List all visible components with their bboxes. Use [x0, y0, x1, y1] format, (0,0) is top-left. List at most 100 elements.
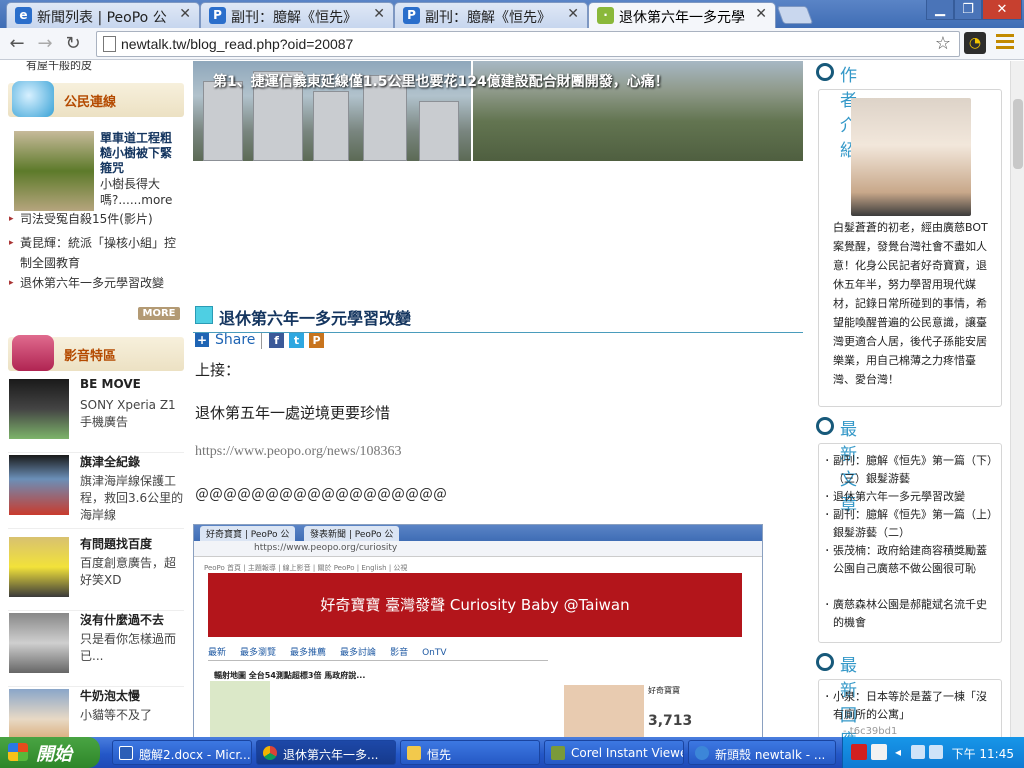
post-title: 退休第六年一多元學習改變: [219, 309, 412, 328]
latest-article-link[interactable]: 副刊：臆解《恒先》第一篇（下）（三）銀髮游藝: [825, 452, 993, 488]
post-paragraph: 上接：: [195, 361, 241, 379]
left-link[interactable]: 司法受冤自殺15件(影片): [9, 209, 184, 229]
facebook-icon[interactable]: f: [269, 333, 284, 348]
scrollbar-thumb[interactable]: [1013, 99, 1023, 169]
civic-section-header: 公民連線: [8, 81, 184, 117]
menu-icon[interactable]: [996, 34, 1014, 52]
post-title-bar: 退休第六年一多元學習改變: [193, 303, 803, 333]
screenshot-banner: 好奇寶寶 臺灣發聲 Curiosity Baby @Taiwan: [208, 573, 742, 637]
browser-toolbar: ← → ↻ newtalk.tw/blog_read.php?oid=20087…: [0, 28, 1024, 60]
post-paragraph: ＠＠＠＠＠＠＠＠＠＠＠＠＠＠＠＠＠＠: [195, 488, 447, 504]
video-item[interactable]: 旗津全紀錄 旗津海岸線保護工程，救回3.6公里的海岸線: [8, 453, 184, 529]
video-thumb: [9, 613, 69, 673]
tab-supplement-2[interactable]: P 副刊：臆解《恒先》 ✕: [394, 2, 588, 28]
video-thumb: [9, 689, 69, 737]
tray-arrow-icon[interactable]: ◂: [895, 745, 901, 759]
author-bio: 白髮蒼蒼的初老，經由廣慈BOT案覺醒，發覺台灣社會不盡如人意！化身公民記者好奇寶…: [833, 221, 988, 386]
civic-feature-thumb[interactable]: [14, 131, 94, 211]
forward-arrow-icon[interactable]: →: [34, 33, 56, 55]
circle-icon: [816, 63, 834, 81]
plurk-icon[interactable]: P: [309, 333, 324, 348]
latest-article-link[interactable]: 退休第六年一多元學習改變: [825, 488, 993, 506]
left-link[interactable]: 黃昆輝：統派「操核小組」控制全國教育: [9, 233, 184, 273]
photo-caption: 第1、捷運信義東延線僅1.5公里也要花124億建設配合財團開發，心痛！: [213, 74, 669, 90]
video-thumb: [9, 379, 69, 439]
tab-news-list[interactable]: e 新聞列表 | PeoPo 公 ✕: [6, 2, 200, 28]
start-button[interactable]: 開始: [0, 737, 100, 768]
windows-taskbar: 開始 臆解2.docx - Micr... 退休第六年一多... 恒先 Core…: [0, 737, 1024, 768]
reply-link[interactable]: 小泉：日本等於是蓋了一棟「沒有廁所的公寓」: [825, 688, 993, 724]
browser-tab-icon: e: [15, 7, 32, 24]
windows-logo-icon: [8, 743, 28, 761]
browser-window: e 新聞列表 | PeoPo 公 ✕ P 副刊：臆解《恒先》 ✕ P 副刊：臆解《恒先》 ✕…: [0, 0, 1024, 768]
maximize-button[interactable]: ❐: [954, 0, 982, 20]
close-icon[interactable]: ✕: [373, 6, 385, 22]
post-link[interactable]: https://www.peopo.org/news/108363: [195, 444, 402, 460]
share-button[interactable]: Share: [215, 332, 255, 348]
more-button[interactable]: MORE: [138, 307, 180, 320]
video-item[interactable]: 沒有什麼過不去 只是看你怎樣過而已...: [8, 611, 184, 687]
ime-icon[interactable]: [851, 744, 867, 760]
twitter-icon[interactable]: t: [289, 333, 304, 348]
help-icon[interactable]: [871, 744, 887, 760]
video-thumb: [9, 537, 69, 597]
window-close-button[interactable]: ✕: [982, 0, 1022, 20]
peopo-tab-icon: P: [403, 7, 420, 24]
corel-icon: [551, 746, 565, 760]
left-link[interactable]: 退休第六年一多元學習改變: [9, 273, 184, 293]
latest-article-link[interactable]: 副刊：臆解《恒先》第一篇（上）銀髮游藝（二）: [825, 506, 993, 542]
screenshot-avatar: [564, 685, 644, 737]
tab-bar: e 新聞列表 | PeoPo 公 ✕ P 副刊：臆解《恒先》 ✕ P 副刊：臆解《恒先》 ✕…: [0, 0, 1024, 28]
globe-icon: [12, 81, 54, 117]
tv-icon: [12, 335, 54, 371]
chrome-icon: [263, 746, 277, 760]
back-arrow-icon[interactable]: ←: [6, 33, 28, 55]
tab-supplement-1[interactable]: P 副刊：臆解《恒先》 ✕: [200, 2, 394, 28]
latest-article-link[interactable]: 廣慈森林公園是郝龍斌名流千史的機會: [825, 596, 993, 632]
divider: [261, 333, 262, 349]
tab-retire-article[interactable]: · 退休第六年一多元學 ✕: [588, 2, 776, 28]
author-box: 白髮蒼蒼的初老，經由廣慈BOT案覺醒，發覺台灣社會不盡如人意！化身公民記者好奇寶…: [818, 89, 1002, 407]
system-tray: ◂ 下午 11:45: [842, 737, 1024, 768]
screenshot-map: [210, 681, 270, 737]
taskbar-item-chrome[interactable]: 退休第六年一多...: [256, 740, 396, 765]
plus-icon[interactable]: +: [195, 333, 209, 347]
video-section-header: 影音特區: [8, 335, 184, 371]
video-item[interactable]: BE MOVE SONY Xperia Z1手機廣告: [8, 377, 184, 453]
grid-icon: [195, 306, 213, 324]
new-tab-button[interactable]: [776, 6, 814, 24]
minimize-button[interactable]: ▁: [926, 0, 954, 20]
video-thumb: [9, 455, 69, 515]
taskbar-item-ie[interactable]: 新頭殼 newtalk - ...: [688, 740, 836, 765]
network-icon[interactable]: [911, 745, 925, 759]
reply-box: 小泉：日本等於是蓋了一棟「沒有廁所的公寓」 - t6c39bd1: [818, 679, 1002, 737]
circle-icon: [816, 653, 834, 671]
reply-author: - t6c39bd1: [843, 726, 898, 737]
volume-icon[interactable]: [929, 745, 943, 759]
address-bar[interactable]: newtalk.tw/blog_read.php?oid=20087 ☆: [96, 31, 960, 57]
newtalk-tab-icon: ·: [597, 7, 614, 24]
circle-icon: [816, 417, 834, 435]
extension-icon[interactable]: ◔: [964, 32, 986, 54]
embedded-screenshot: 好奇寶寶 | PeoPo 公 發表新聞 | PeoPo 公 https://ww…: [193, 524, 763, 737]
taskbar-item-folder[interactable]: 恒先: [400, 740, 540, 765]
post-paragraph: 退休第五年一處逆境更要珍惜: [195, 404, 391, 422]
close-icon[interactable]: ✕: [567, 6, 579, 22]
latest-article-link[interactable]: 張茂楠：政府給建商容積獎勵蓋公園自己廣慈不做公園很可恥: [825, 542, 993, 578]
taskbar-item-word[interactable]: 臆解2.docx - Micr...: [112, 740, 252, 765]
video-item[interactable]: 有問題找百度 百度創意廣告，超好笑XD: [8, 535, 184, 611]
civic-feature-title[interactable]: 單車道工程粗糙小樹被下緊箍咒: [100, 131, 182, 176]
clock[interactable]: 下午 11:45: [952, 745, 1014, 762]
close-icon[interactable]: ✕: [179, 6, 191, 22]
reload-icon[interactable]: ↻: [62, 33, 84, 55]
folder-icon: [407, 746, 421, 760]
bookmark-star-icon[interactable]: ☆: [935, 33, 951, 54]
close-icon[interactable]: ✕: [755, 6, 767, 22]
video-item[interactable]: 牛奶泡太慢 小貓等不及了: [8, 687, 184, 737]
peopo-tab-icon: P: [209, 7, 226, 24]
civic-feature-desc[interactable]: 小樹長得大嗎?......more: [100, 176, 182, 208]
page-scrollbar[interactable]: [1010, 61, 1024, 737]
author-avatar[interactable]: [851, 98, 971, 216]
page-icon: [103, 36, 116, 52]
taskbar-item-corel[interactable]: Corel Instant Viewer: [544, 740, 684, 765]
